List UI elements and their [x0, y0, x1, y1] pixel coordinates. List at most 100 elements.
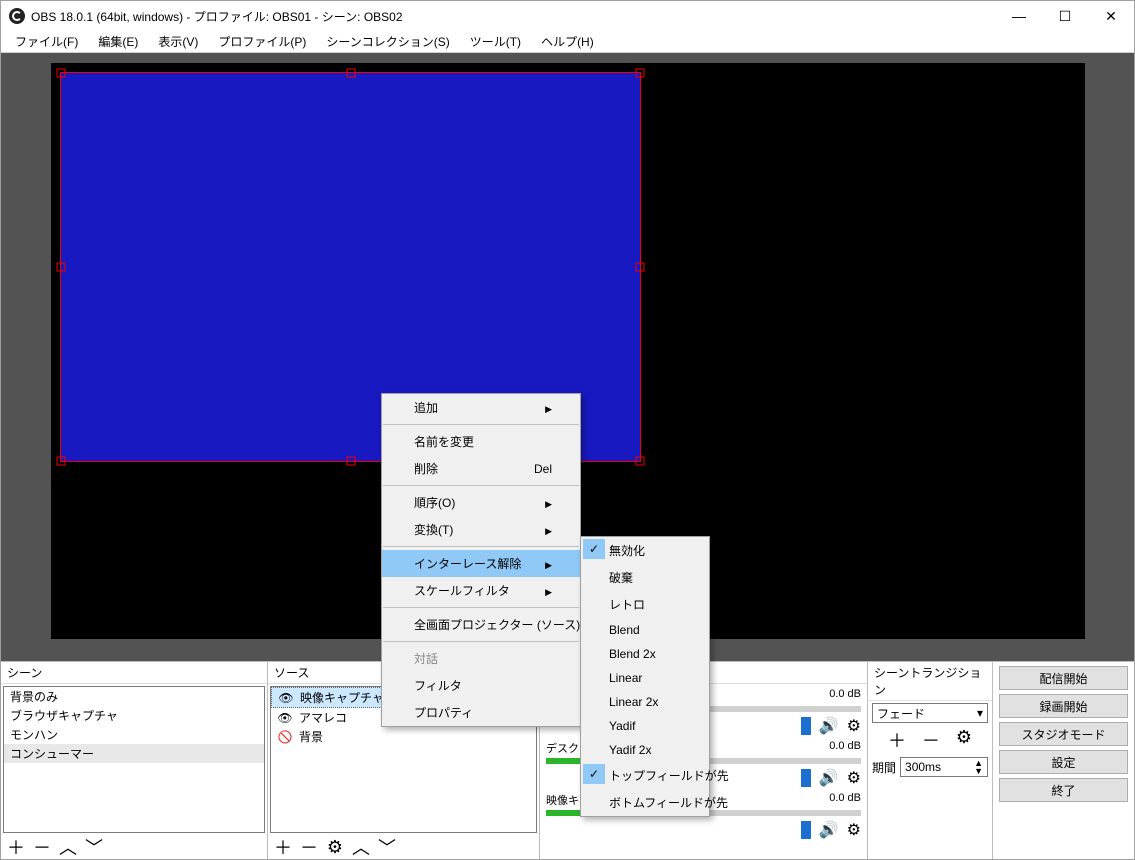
submenu-item[interactable]: Linear	[581, 666, 709, 690]
eye-icon[interactable]: 👁	[277, 711, 293, 725]
context-menu-item[interactable]: 名前を変更	[382, 428, 580, 455]
source-item[interactable]: 🚫背景	[271, 727, 536, 746]
close-button[interactable]: ✕	[1088, 1, 1134, 31]
resize-handle[interactable]	[57, 457, 66, 466]
transition-selected: フェード	[877, 705, 925, 722]
eye-off-icon[interactable]: 🚫	[277, 730, 293, 744]
submenu-item[interactable]: ボトムフィールドが先	[581, 789, 709, 816]
resize-handle[interactable]	[636, 457, 645, 466]
menu-edit[interactable]: 編集(E)	[88, 31, 148, 52]
submenu-item[interactable]: レトロ	[581, 591, 709, 618]
start-recording-button[interactable]: 録画開始	[999, 694, 1128, 718]
add-icon[interactable]: ＋	[888, 727, 906, 753]
menu-file[interactable]: ファイル(F)	[5, 31, 88, 52]
context-menu-item[interactable]: プロパティ	[382, 699, 580, 726]
eye-icon[interactable]: 👁	[278, 691, 294, 705]
menu-view[interactable]: 表示(V)	[148, 31, 208, 52]
add-icon[interactable]: ＋	[7, 834, 25, 860]
submenu-arrow-icon	[545, 584, 552, 598]
menu-accel: Del	[534, 462, 552, 476]
gear-icon[interactable]: ⚙	[847, 820, 861, 840]
duration-label: 期間	[872, 759, 896, 776]
resize-handle[interactable]	[346, 457, 355, 466]
submenu-item[interactable]: ✓トップフィールドが先	[581, 762, 709, 789]
exit-button[interactable]: 終了	[999, 778, 1128, 802]
context-menu[interactable]: 追加名前を変更削除 Del 順序(O)変換(T) インターレース解除スケールフィルタ全…	[381, 393, 581, 727]
scene-item[interactable]: コンシューマー	[4, 744, 264, 763]
mixer-db: 0.0 dB	[829, 688, 861, 704]
submenu-label: Blend	[609, 623, 640, 637]
check-icon: ✓	[589, 767, 599, 781]
context-menu-item[interactable]: インターレース解除	[382, 550, 580, 577]
volume-slider[interactable]	[801, 769, 811, 787]
transitions-panel: シーントランジション フェード ▾ ＋ － ⚙ 期間 300ms ▲▼	[868, 662, 993, 859]
preview-area[interactable]: 追加名前を変更削除 Del 順序(O)変換(T) インターレース解除スケールフィルタ全…	[1, 53, 1134, 661]
up-icon[interactable]: ︿	[352, 834, 370, 860]
sources-toolbar: ＋ － ⚙ ︿ ﹀	[268, 835, 539, 859]
gear-icon[interactable]: ⚙	[847, 768, 861, 788]
maximize-button[interactable]: ☐	[1042, 1, 1088, 31]
menu-item-label: プロパティ	[414, 704, 473, 721]
speaker-icon[interactable]: 🔊	[819, 716, 839, 736]
submenu-label: 破棄	[609, 571, 633, 585]
scenes-list[interactable]: 背景のみブラウザキャプチャモンハンコンシューマー	[3, 686, 265, 833]
menu-item-label: フィルタ	[414, 677, 462, 694]
submenu-item[interactable]: Blend	[581, 618, 709, 642]
context-menu-item[interactable]: 順序(O)	[382, 489, 580, 516]
resize-handle[interactable]	[57, 69, 66, 78]
submenu-item[interactable]: Yadif 2x	[581, 738, 709, 762]
submenu-item[interactable]: ✓無効化	[581, 537, 709, 564]
context-menu-item[interactable]: 全画面プロジェクター (ソース)	[382, 611, 580, 638]
speaker-icon[interactable]: 🔊	[819, 820, 839, 840]
context-menu-item[interactable]: 削除 Del	[382, 455, 580, 482]
studio-mode-button[interactable]: スタジオモード	[999, 722, 1128, 746]
resize-handle[interactable]	[636, 263, 645, 272]
volume-slider[interactable]	[801, 821, 811, 839]
resize-handle[interactable]	[636, 69, 645, 78]
speaker-icon[interactable]: 🔊	[819, 768, 839, 788]
spinner-icon[interactable]: ▲▼	[974, 759, 983, 775]
add-icon[interactable]: ＋	[274, 834, 292, 860]
scene-item[interactable]: 背景のみ	[4, 687, 264, 706]
resize-handle[interactable]	[57, 263, 66, 272]
submenu-item[interactable]: 破棄	[581, 564, 709, 591]
context-menu-item[interactable]: 追加	[382, 394, 580, 421]
app-icon	[9, 8, 25, 24]
menu-item-label: 全画面プロジェクター (ソース)	[414, 616, 580, 633]
context-menu-item[interactable]: フィルタ	[382, 672, 580, 699]
volume-slider[interactable]	[801, 717, 811, 735]
submenu-label: Linear	[609, 671, 642, 685]
scene-item[interactable]: モンハン	[4, 725, 264, 744]
submenu-item[interactable]: Blend 2x	[581, 642, 709, 666]
remove-icon[interactable]: －	[300, 834, 318, 860]
down-icon[interactable]: ﹀	[378, 834, 396, 860]
duration-input[interactable]: 300ms ▲▼	[900, 757, 988, 777]
menu-scene-collection[interactable]: シーンコレクション(S)	[316, 31, 459, 52]
submenu-item[interactable]: Yadif	[581, 714, 709, 738]
context-menu-item[interactable]: スケールフィルタ	[382, 577, 580, 604]
titlebar: OBS 18.0.1 (64bit, windows) - プロファイル: OB…	[1, 1, 1134, 31]
minimize-button[interactable]: —	[996, 1, 1042, 31]
remove-icon[interactable]: －	[33, 834, 51, 860]
submenu-label: トップフィールドが先	[609, 769, 729, 783]
up-icon[interactable]: ︿	[59, 834, 77, 860]
gear-icon[interactable]: ⚙	[956, 727, 972, 753]
remove-icon[interactable]: －	[922, 727, 940, 753]
gear-icon[interactable]: ⚙	[326, 837, 344, 858]
menu-item-label: 削除	[414, 460, 438, 477]
submenu-label: Yadif 2x	[609, 743, 651, 757]
menu-tools[interactable]: ツール(T)	[460, 31, 531, 52]
settings-button[interactable]: 設定	[999, 750, 1128, 774]
context-menu-item[interactable]: 変換(T)	[382, 516, 580, 543]
menu-profile[interactable]: プロファイル(P)	[208, 31, 316, 52]
scene-item[interactable]: ブラウザキャプチャ	[4, 706, 264, 725]
submenu-item[interactable]: Linear 2x	[581, 690, 709, 714]
gear-icon[interactable]: ⚙	[847, 716, 861, 736]
start-streaming-button[interactable]: 配信開始	[999, 666, 1128, 690]
resize-handle[interactable]	[346, 69, 355, 78]
down-icon[interactable]: ﹀	[85, 834, 103, 860]
menu-item-label: 追加	[414, 399, 438, 416]
transition-select[interactable]: フェード ▾	[872, 703, 988, 723]
deinterlace-submenu[interactable]: ✓無効化破棄レトロBlendBlend 2xLinearLinear 2xYad…	[580, 536, 710, 817]
menu-help[interactable]: ヘルプ(H)	[531, 31, 604, 52]
